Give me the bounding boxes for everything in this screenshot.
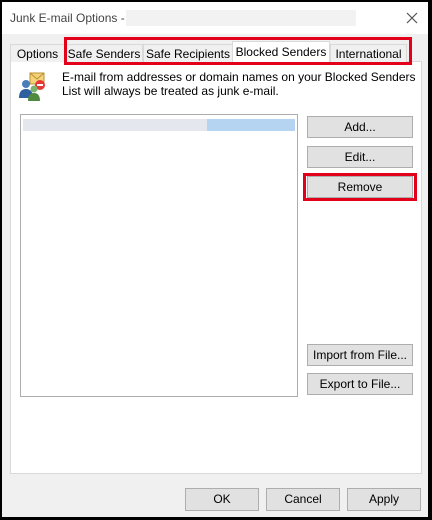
add-button[interactable]: Add... bbox=[307, 116, 413, 138]
dialog-title: Junk E-mail Options - bbox=[10, 11, 125, 25]
title-bar: Junk E-mail Options - bbox=[2, 2, 428, 34]
list-item-selection bbox=[207, 119, 295, 131]
apply-button[interactable]: Apply bbox=[347, 488, 421, 511]
cancel-button[interactable]: Cancel bbox=[266, 488, 340, 511]
junk-email-options-dialog: Junk E-mail Options - Options Safe Sende… bbox=[2, 2, 428, 517]
tab-blocked-senders[interactable]: Blocked Senders bbox=[232, 41, 330, 63]
import-from-file-button[interactable]: Import from File... bbox=[307, 344, 413, 366]
edit-button[interactable]: Edit... bbox=[307, 146, 413, 168]
tab-international[interactable]: International bbox=[330, 44, 407, 62]
close-icon[interactable] bbox=[402, 8, 422, 28]
tab-safe-recipients[interactable]: Safe Recipients bbox=[143, 44, 233, 62]
tab-safe-senders[interactable]: Safe Senders bbox=[65, 44, 143, 62]
list-item-redacted bbox=[23, 119, 207, 131]
remove-button[interactable]: Remove bbox=[307, 176, 413, 198]
blocked-senders-icon bbox=[19, 72, 45, 101]
export-to-file-button[interactable]: Export to File... bbox=[307, 373, 413, 395]
blocked-senders-description: E-mail from addresses or domain names on… bbox=[62, 70, 416, 98]
blocked-senders-list[interactable] bbox=[20, 114, 298, 397]
tab-options[interactable]: Options bbox=[10, 44, 65, 62]
list-item[interactable] bbox=[23, 119, 295, 131]
redacted-title-area bbox=[126, 10, 356, 26]
ok-button[interactable]: OK bbox=[185, 488, 259, 511]
